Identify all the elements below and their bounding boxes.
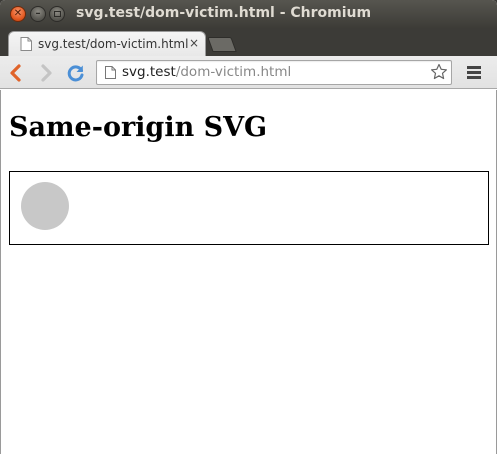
window-close-button[interactable]: ✕ (10, 6, 26, 22)
tab-dom-victim[interactable]: svg.test/dom-victim.html × (8, 31, 206, 56)
title-bar: ✕ – svg.test/dom-victim.html - Chromium (0, 0, 497, 28)
svg-canvas (21, 182, 69, 230)
tab-label: svg.test/dom-victim.html (38, 37, 189, 51)
minimize-icon: – (35, 8, 41, 19)
page-icon (105, 66, 116, 79)
tab-close-icon[interactable]: × (189, 36, 199, 50)
tab-strip: svg.test/dom-victim.html × (0, 28, 497, 56)
star-icon[interactable] (430, 63, 448, 81)
browser-window: ✕ – svg.test/dom-victim.html - Chromium … (0, 0, 497, 454)
reload-icon[interactable] (66, 63, 86, 83)
page-icon (20, 37, 32, 51)
window-title: svg.test/dom-victim.html - Chromium (76, 5, 372, 21)
url-text: svg.test/dom-victim.html (122, 64, 291, 80)
forward-arrow-icon[interactable] (36, 63, 56, 83)
window-minimize-button[interactable]: – (30, 6, 46, 22)
page-content: Same-origin SVG (0, 90, 497, 454)
hamburger-menu-icon[interactable] (467, 66, 481, 79)
new-tab-button[interactable] (207, 37, 237, 52)
page-heading: Same-origin SVG (9, 112, 268, 143)
url-host: svg.test (122, 64, 176, 80)
close-icon: ✕ (13, 8, 23, 19)
svg-container (9, 171, 489, 245)
url-path: /dom-victim.html (175, 64, 292, 80)
maximize-icon (53, 11, 61, 17)
address-bar[interactable]: svg.test/dom-victim.html (96, 60, 452, 85)
window-maximize-button[interactable] (49, 6, 65, 22)
toolbar: svg.test/dom-victim.html (0, 56, 497, 89)
back-arrow-icon[interactable] (6, 63, 26, 83)
svg-circle (21, 182, 69, 230)
